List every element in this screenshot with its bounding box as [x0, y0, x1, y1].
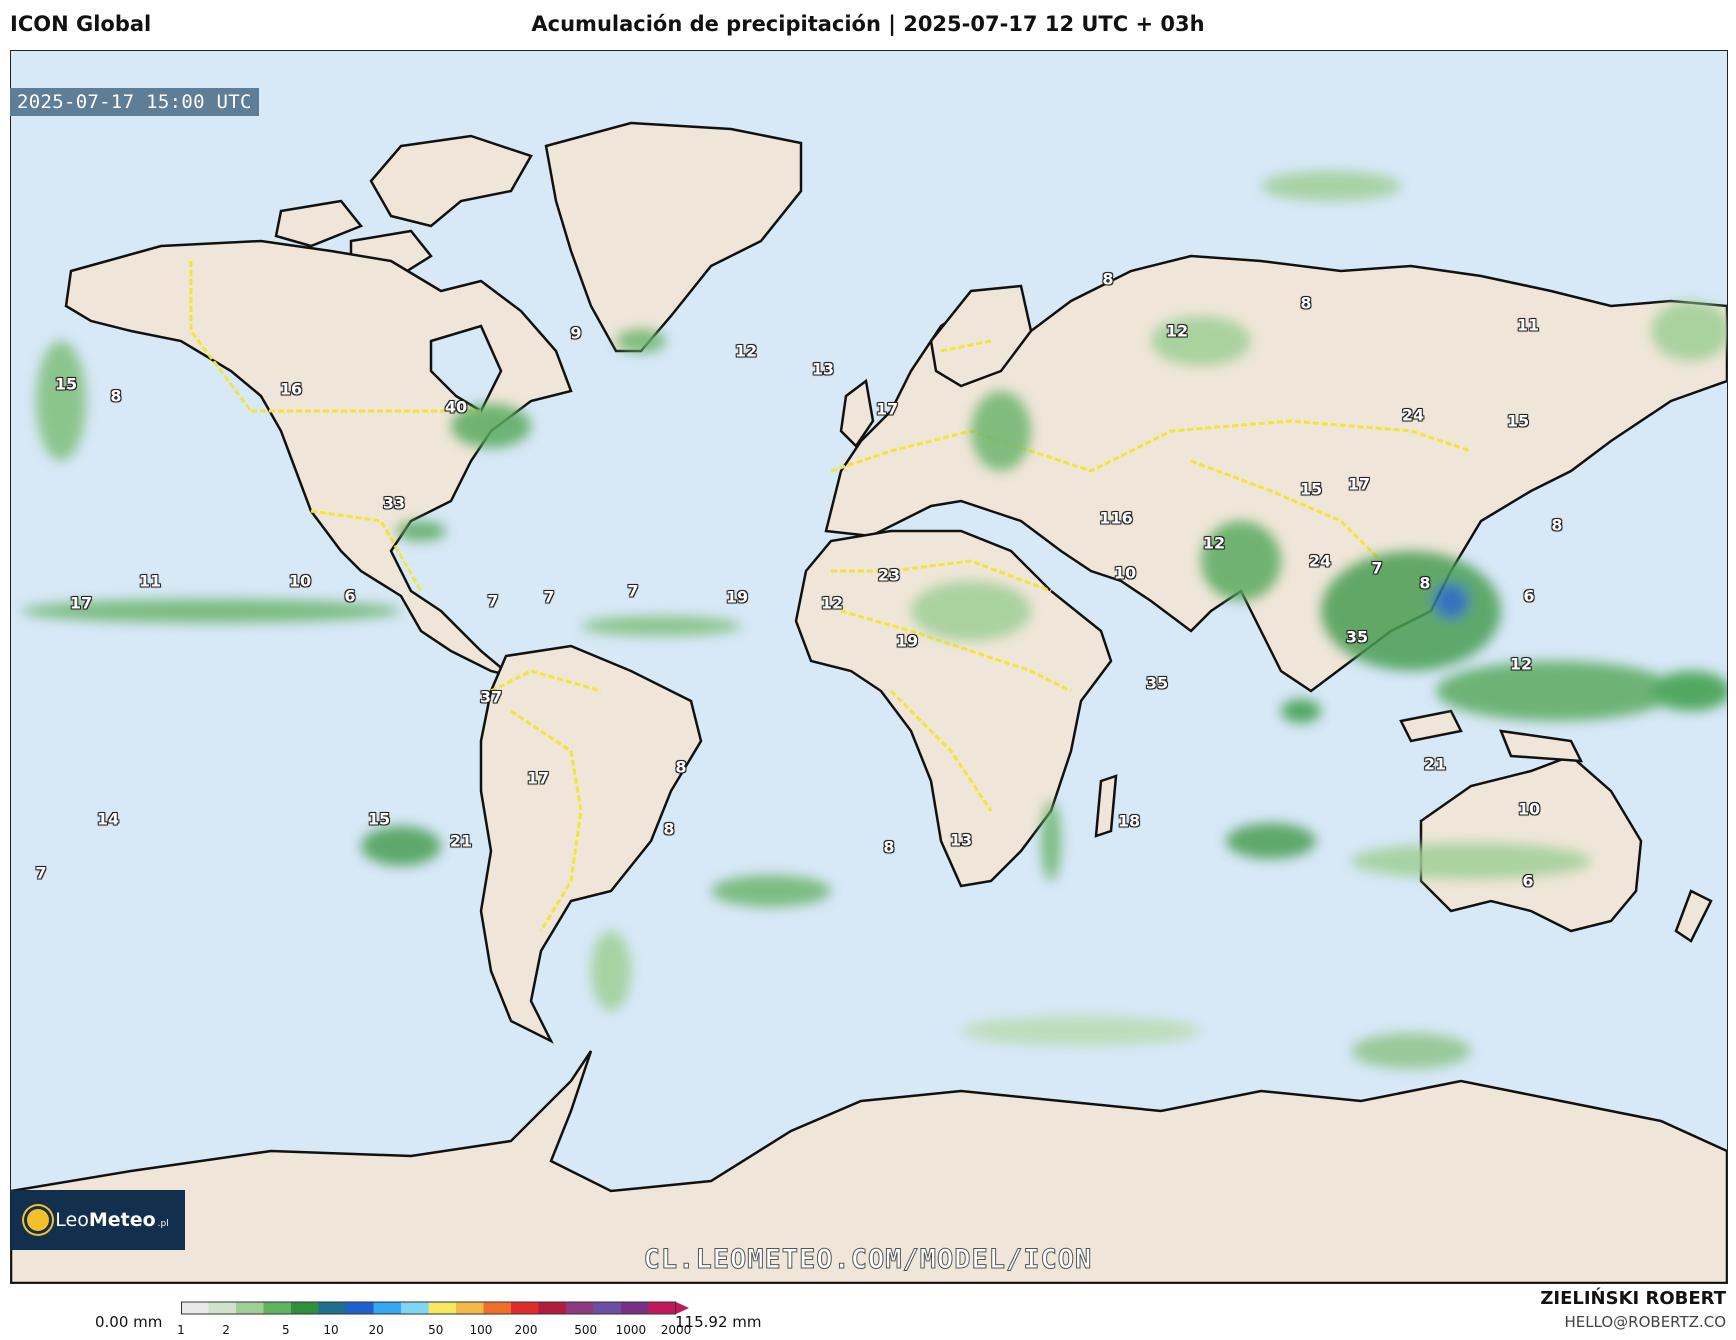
colorbar-segment	[538, 1302, 567, 1314]
precip-max-label: 15	[1506, 411, 1530, 431]
precip-max-label: 8	[1102, 269, 1114, 289]
colorbar-segment	[456, 1302, 484, 1314]
colorbar-tick-label: 50	[428, 1323, 444, 1337]
leometeo-logo[interactable]: Leo Meteo .pl	[11, 1190, 185, 1250]
precip-max-label: 10	[1517, 799, 1541, 819]
precip-max-label: 23	[877, 565, 901, 585]
precip-max-label: 17	[526, 768, 550, 788]
colorbar-tick-label: 1000	[615, 1323, 647, 1337]
precip-max-label: 8	[1551, 515, 1563, 535]
precip-max-label: 19	[725, 587, 749, 607]
author-name: ZIELIŃSKI ROBERT	[1540, 1288, 1726, 1309]
colorbar-segment	[511, 1302, 539, 1314]
precip-max-label: 33	[382, 493, 406, 513]
watermark-url: CL.LEOMETEO.COM/MODEL/ICON	[643, 1244, 1093, 1276]
precip-max-label: 12	[1509, 654, 1533, 674]
precip-max-label: 8	[110, 386, 122, 406]
colorbar-tick-label: 200	[514, 1323, 538, 1337]
precip-max-label: 13	[811, 359, 835, 379]
precip-max-label: 7	[487, 591, 499, 611]
precip-max-label: 17	[1347, 474, 1371, 494]
colorbar-tick-label: 5	[281, 1323, 290, 1337]
precip-max-label: 7	[1371, 558, 1383, 578]
colorbar-segment	[593, 1302, 622, 1314]
greenland	[544, 121, 803, 353]
precip-max-label: 21	[1423, 754, 1447, 774]
precip-max-label: 10	[288, 571, 312, 591]
precip-max-label: 35	[1145, 673, 1169, 693]
precip-max-label: 17	[875, 399, 899, 419]
colorbar-tick-label: 100	[469, 1323, 493, 1337]
colorbar-segment	[318, 1302, 347, 1314]
precip-max-label: 9	[570, 323, 582, 343]
colorbar-segment	[291, 1302, 319, 1314]
legend-max-label: 115.92 mm	[675, 1313, 762, 1331]
precip-max-label: 40	[444, 397, 468, 417]
precip-max-label: 116	[1099, 508, 1133, 528]
legend-min-label: 0.00 mm	[95, 1313, 163, 1331]
precip-max-label: 7	[35, 863, 47, 883]
precip-max-label: 21	[449, 831, 473, 851]
author-email: HELLO@ROBERTZ.CO	[1564, 1313, 1726, 1331]
colorbar-tick-label: 1	[177, 1323, 185, 1337]
world-map-svg	[11, 121, 1727, 1283]
precip-max-label: 17	[69, 593, 93, 613]
map-title: Acumulación de precipitación | 2025-07-1…	[531, 12, 1205, 36]
colorbar-segment	[401, 1302, 429, 1314]
precip-max-label: 15	[54, 374, 78, 394]
colorbar-segment	[181, 1302, 209, 1314]
precip-max-label: 6	[1522, 871, 1534, 891]
precip-max-label: 24	[1401, 405, 1425, 425]
precip-max-label: 8	[883, 837, 895, 857]
arctic-islands	[369, 134, 533, 228]
precip-max-label: 16	[279, 379, 303, 399]
precip-max-label: 15	[367, 809, 391, 829]
precip-max-label: 19	[895, 631, 919, 651]
precip-max-label: 18	[1117, 811, 1141, 831]
precip-max-label: 6	[1523, 586, 1535, 606]
colorbar-segment	[621, 1302, 649, 1314]
colorbar-tick-label: 10	[323, 1323, 339, 1337]
colorbar-tick-label: 2	[222, 1323, 230, 1337]
colorbar-segment	[373, 1302, 402, 1314]
colorbar-tick-label: 20	[368, 1323, 384, 1337]
precip-max-label: 13	[949, 830, 973, 850]
colorbar-tick-label: 500	[574, 1323, 598, 1337]
colorbar-segment	[566, 1302, 594, 1314]
precip-max-label: 12	[1202, 533, 1226, 553]
colorbar-segment	[236, 1302, 264, 1314]
colorbar-segment	[263, 1302, 292, 1314]
colorbar-segment	[648, 1302, 677, 1314]
precip-max-label: 8	[1300, 293, 1312, 313]
south-america	[479, 644, 703, 1044]
precip-max-label: 8	[1419, 573, 1431, 593]
precipitation-map[interactable]: 15 8 16 40 9 12 13 17 8 8 12 11 24 15 33 116 15 17 8 12 24 7 8…	[10, 50, 1728, 1284]
precip-max-label: 15	[1299, 479, 1323, 499]
colorbar-segment	[483, 1302, 512, 1314]
precip-max-label: 35	[1345, 627, 1369, 647]
precip-max-label: 37	[479, 687, 503, 707]
precip-max-label: 11	[138, 571, 162, 591]
precip-max-label: 11	[1516, 315, 1540, 335]
precip-max-label: 12	[1165, 321, 1189, 341]
precip-max-label: 24	[1308, 551, 1332, 571]
colorbar-segment	[346, 1302, 374, 1314]
sun-icon	[27, 1209, 50, 1231]
precip-max-label: 7	[543, 587, 555, 607]
precip-max-label: 14	[96, 809, 120, 829]
colorbar-segment	[428, 1302, 457, 1314]
precip-max-label: 10	[1113, 563, 1137, 583]
precip-max-label: 8	[675, 757, 687, 777]
precip-max-label: 8	[663, 819, 675, 839]
precip-max-label: 7	[627, 581, 639, 601]
precip-max-label: 12	[820, 593, 844, 613]
colorbar-segment	[208, 1302, 237, 1314]
colorbar	[181, 1301, 689, 1315]
precip-max-label: 12	[734, 341, 758, 361]
precip-max-label: 6	[344, 586, 356, 606]
valid-time-badge: 2025-07-17 15:00 UTC	[10, 88, 259, 116]
